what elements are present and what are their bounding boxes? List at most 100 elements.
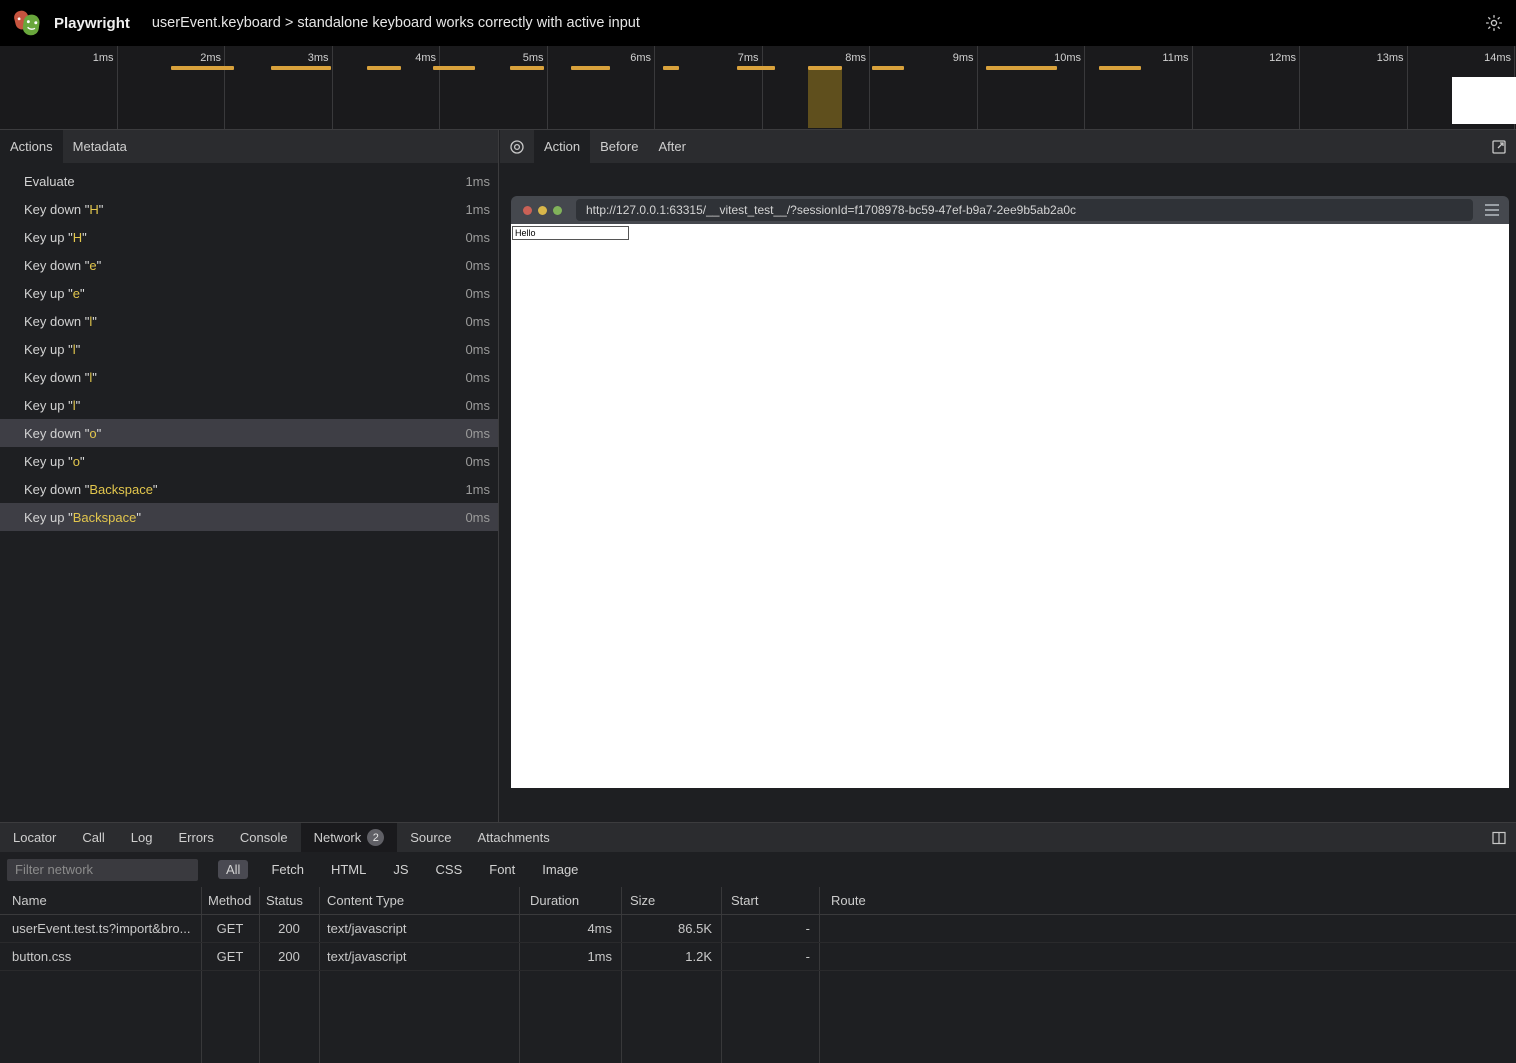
- filter-network-input[interactable]: [7, 859, 198, 881]
- action-row-selected[interactable]: Key up "Backspace" 0ms: [0, 503, 498, 531]
- tab-network[interactable]: Network 2: [301, 823, 398, 852]
- action-value: H: [89, 202, 98, 217]
- timeline-film-thumbnail[interactable]: [1452, 77, 1516, 124]
- col-name[interactable]: Name: [0, 893, 201, 908]
- timeline-action-bar: [367, 66, 401, 70]
- test-title: userEvent.keyboard > standalone keyboard…: [152, 15, 640, 31]
- filter-chip-image[interactable]: Image: [538, 860, 582, 879]
- action-duration: 0ms: [465, 286, 490, 301]
- network-row[interactable]: userEvent.test.ts?import&bro... GET 200 …: [0, 915, 1516, 943]
- action-row[interactable]: Key down "l" 0ms: [0, 307, 498, 335]
- action-row[interactable]: Key down "Backspace" 1ms: [0, 475, 498, 503]
- tab-actions[interactable]: Actions: [0, 130, 63, 163]
- action-value: Backspace: [73, 510, 137, 525]
- action-row[interactable]: Key up "e" 0ms: [0, 279, 498, 307]
- action-duration: 0ms: [465, 454, 490, 469]
- action-label: Key down "l": [24, 314, 97, 329]
- col-start[interactable]: Start: [721, 893, 819, 908]
- action-duration: 0ms: [465, 510, 490, 525]
- action-value: o: [73, 454, 80, 469]
- tab-action[interactable]: Action: [534, 130, 590, 163]
- action-row[interactable]: Key down "e" 0ms: [0, 251, 498, 279]
- col-duration[interactable]: Duration: [519, 893, 621, 908]
- timeline-action-bar: [433, 66, 475, 70]
- action-row[interactable]: Key up "H" 0ms: [0, 223, 498, 251]
- filter-chip-font[interactable]: Font: [485, 860, 519, 879]
- timeline-tick: 13ms: [1300, 46, 1408, 129]
- col-content-type[interactable]: Content Type: [319, 893, 519, 908]
- action-duration: 0ms: [465, 370, 490, 385]
- timeline-tick: 9ms: [870, 46, 978, 129]
- details-panel: Locator Call Log Errors Console Network …: [0, 822, 1516, 1062]
- action-value: o: [89, 426, 96, 441]
- tab-locator[interactable]: Locator: [0, 823, 69, 852]
- action-label: Key down "l": [24, 370, 97, 385]
- action-value: e: [89, 258, 96, 273]
- action-row[interactable]: Key up "l" 0ms: [0, 391, 498, 419]
- tab-source[interactable]: Source: [397, 823, 464, 852]
- timeline-tick: 12ms: [1193, 46, 1301, 129]
- col-status[interactable]: Status: [259, 893, 319, 908]
- actions-panel-tabs: Actions Metadata: [0, 130, 498, 163]
- network-count-badge: 2: [367, 829, 384, 846]
- filter-chip-all[interactable]: All: [218, 860, 248, 879]
- snapshot-page: [511, 224, 1509, 788]
- action-duration: 0ms: [465, 398, 490, 413]
- timeline-action-bar: [1099, 66, 1141, 70]
- tab-log[interactable]: Log: [118, 823, 166, 852]
- action-row[interactable]: Key down "H" 1ms: [0, 195, 498, 223]
- timeline-action-bar: [737, 66, 775, 70]
- snapshot-panel-tabs: Action Before After: [500, 130, 1516, 163]
- tab-call[interactable]: Call: [69, 823, 117, 852]
- app-header: Playwright userEvent.keyboard > standalo…: [0, 0, 1516, 46]
- settings-gear-icon[interactable]: [1484, 13, 1504, 33]
- action-label: Evaluate: [24, 174, 75, 189]
- tab-before[interactable]: Before: [590, 130, 648, 163]
- timeline-tick: 10ms: [978, 46, 1086, 129]
- timeline-action-bar: [510, 66, 544, 70]
- tab-console[interactable]: Console: [227, 823, 301, 852]
- timeline-tick: 2ms: [118, 46, 226, 129]
- action-label: Key down "o": [24, 426, 101, 441]
- traffic-light-red-icon: [523, 206, 532, 215]
- action-label: Key up "Backspace": [24, 510, 141, 525]
- timeline-tick: 5ms: [440, 46, 548, 129]
- action-row[interactable]: Key up "l" 0ms: [0, 335, 498, 363]
- action-duration: 0ms: [465, 342, 490, 357]
- filter-chip-html[interactable]: HTML: [327, 860, 370, 879]
- action-duration: 0ms: [465, 230, 490, 245]
- app-title: Playwright: [54, 15, 130, 32]
- filter-chip-fetch[interactable]: Fetch: [267, 860, 308, 879]
- action-duration: 1ms: [465, 202, 490, 217]
- action-row-hovered[interactable]: Key down "o" 0ms: [0, 419, 498, 447]
- traffic-light-green-icon: [553, 206, 562, 215]
- snapshot-text-input[interactable]: [512, 226, 629, 240]
- action-value: H: [73, 230, 82, 245]
- tab-attachments[interactable]: Attachments: [464, 823, 562, 852]
- pick-locator-icon[interactable]: [500, 130, 534, 163]
- timeline-action-bar: [986, 66, 1057, 70]
- action-value: Backspace: [89, 482, 153, 497]
- split-view-icon[interactable]: [1482, 823, 1516, 852]
- tab-metadata[interactable]: Metadata: [63, 130, 137, 163]
- tab-after[interactable]: After: [648, 130, 695, 163]
- filter-chip-js[interactable]: JS: [389, 860, 412, 879]
- col-route[interactable]: Route: [819, 893, 1516, 908]
- timeline-action-bar: [663, 66, 679, 70]
- action-duration: 0ms: [465, 314, 490, 329]
- action-row[interactable]: Key down "l" 0ms: [0, 363, 498, 391]
- action-label: Key down "Backspace": [24, 482, 158, 497]
- action-row[interactable]: Evaluate 1ms: [0, 167, 498, 195]
- network-row[interactable]: button.css GET 200 text/javascript 1ms 1…: [0, 943, 1516, 971]
- col-size[interactable]: Size: [621, 893, 721, 908]
- timeline[interactable]: 1ms 2ms 3ms 4ms 5ms 6ms 7ms 8ms 9ms 10ms…: [0, 46, 1516, 130]
- action-row[interactable]: Key up "o" 0ms: [0, 447, 498, 475]
- open-external-icon[interactable]: [1482, 130, 1516, 163]
- col-method[interactable]: Method: [201, 893, 259, 908]
- action-label: Key up "l": [24, 342, 80, 357]
- action-label: Key up "H": [24, 230, 87, 245]
- timeline-selected-range[interactable]: [808, 70, 842, 128]
- filter-chip-css[interactable]: CSS: [432, 860, 467, 879]
- timeline-tick: 6ms: [548, 46, 656, 129]
- tab-errors[interactable]: Errors: [165, 823, 226, 852]
